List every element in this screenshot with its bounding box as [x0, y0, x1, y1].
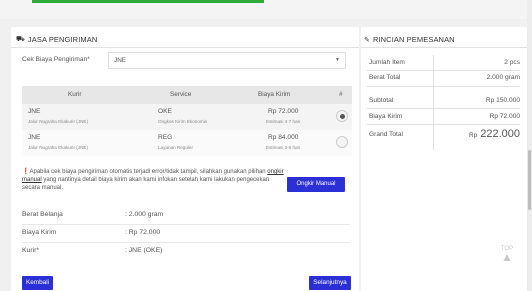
- table-header: Kurir Service Biaya Kirim #: [22, 86, 352, 104]
- shipping-cost: Rp 84.000: [268, 134, 299, 141]
- subtotal-value: Rp 150.000: [485, 97, 520, 104]
- courier-name: JNE: [28, 134, 41, 141]
- courier-select[interactable]: JNE ▼: [108, 52, 346, 69]
- column-header-cost: Biaya Kirim: [258, 91, 291, 98]
- divider: [361, 47, 527, 48]
- weight-value: : 2.000 gram: [125, 211, 164, 218]
- items-label: Jumlah Item: [369, 59, 405, 66]
- scrollbar-thumb[interactable]: [528, 150, 531, 210]
- courier-name: JNE: [28, 108, 41, 115]
- service-name: OKE: [158, 108, 172, 115]
- arrow-up-icon: ▲: [501, 250, 513, 264]
- manual-shipping-button[interactable]: Ongkir Manual: [287, 177, 345, 192]
- truck-icon: ⛟: [16, 36, 25, 43]
- scrollbar[interactable]: [527, 0, 532, 291]
- divider: [367, 70, 520, 71]
- edit-icon: ✎: [364, 36, 370, 44]
- shipping-cost-label: Biaya Kirim: [22, 229, 57, 236]
- order-summary-title: ✎ RINCIAN PEMESANAN: [364, 35, 455, 44]
- divider: [11, 47, 359, 48]
- table-row[interactable]: JNE Jalur Nugraha Ekakurir (JNE) OKE Ong…: [22, 104, 352, 130]
- courier-value: : JNE (OKE): [125, 247, 163, 254]
- service-description: Layanan Reguler: [158, 145, 193, 150]
- total-weight-value: 2.000 gram: [486, 74, 520, 81]
- shipping-value: Rp 72.000: [489, 113, 520, 120]
- weight-label: Berat Belanja: [22, 211, 63, 218]
- manual-shipping-notice: ❗Apabila cek biaya pengiriman otomatis t…: [22, 169, 284, 191]
- back-button[interactable]: Kembali: [22, 276, 53, 290]
- service-description: Ongkos Kirim Ekonomis: [158, 119, 208, 124]
- courier-fullname: Jalur Nugraha Ekakurir (JNE): [28, 145, 88, 150]
- service-name: REG: [158, 134, 173, 141]
- column-header-courier: Kurir: [68, 91, 82, 98]
- shipping-label: Biaya Kirim: [369, 113, 403, 120]
- total-weight-label: Berat Total: [369, 74, 401, 81]
- top-bar: [0, 0, 532, 19]
- shipping-cost: Rp 72.000: [268, 108, 299, 115]
- divider: [367, 86, 520, 87]
- courier-select-value: JNE: [114, 57, 127, 64]
- delivery-estimate: Estimasi 3-6 hari: [266, 145, 301, 150]
- next-button[interactable]: Selanjutnya: [309, 276, 351, 290]
- divider: [367, 124, 520, 125]
- shipping-cost-value: : Rp 72.000: [125, 229, 161, 236]
- column-header-service: Service: [170, 91, 192, 98]
- shipping-cost-check-label: Cek Biaya Pengiriman*: [22, 56, 90, 63]
- courier-fullname: Jalur Nugraha Ekakurir (JNE): [28, 119, 88, 124]
- items-value: 2 pcs: [504, 59, 520, 66]
- courier-label: Kurir*: [22, 247, 39, 254]
- delivery-estimate: Estimasi 4-7 hari: [266, 119, 301, 124]
- grand-total-label: Grand Total: [369, 131, 403, 138]
- divider: [22, 224, 350, 225]
- column-header-select: #: [339, 91, 343, 98]
- divider: [367, 108, 520, 109]
- shipping-section-title: ⛟ JASA PENGIRIMAN: [16, 35, 98, 44]
- grand-total-value: Rp 222.000: [469, 128, 520, 140]
- table-row[interactable]: JNE Jalur Nugraha Ekakurir (JNE) REG Lay…: [22, 130, 352, 156]
- progress-bar: [32, 0, 264, 3]
- select-radio[interactable]: [336, 110, 348, 122]
- select-radio[interactable]: [336, 136, 348, 148]
- chevron-down-icon: ▼: [335, 57, 340, 63]
- back-to-top-button[interactable]: TOP ▲: [496, 246, 518, 268]
- subtotal-label: Subtotal: [369, 97, 394, 104]
- divider: [22, 242, 350, 243]
